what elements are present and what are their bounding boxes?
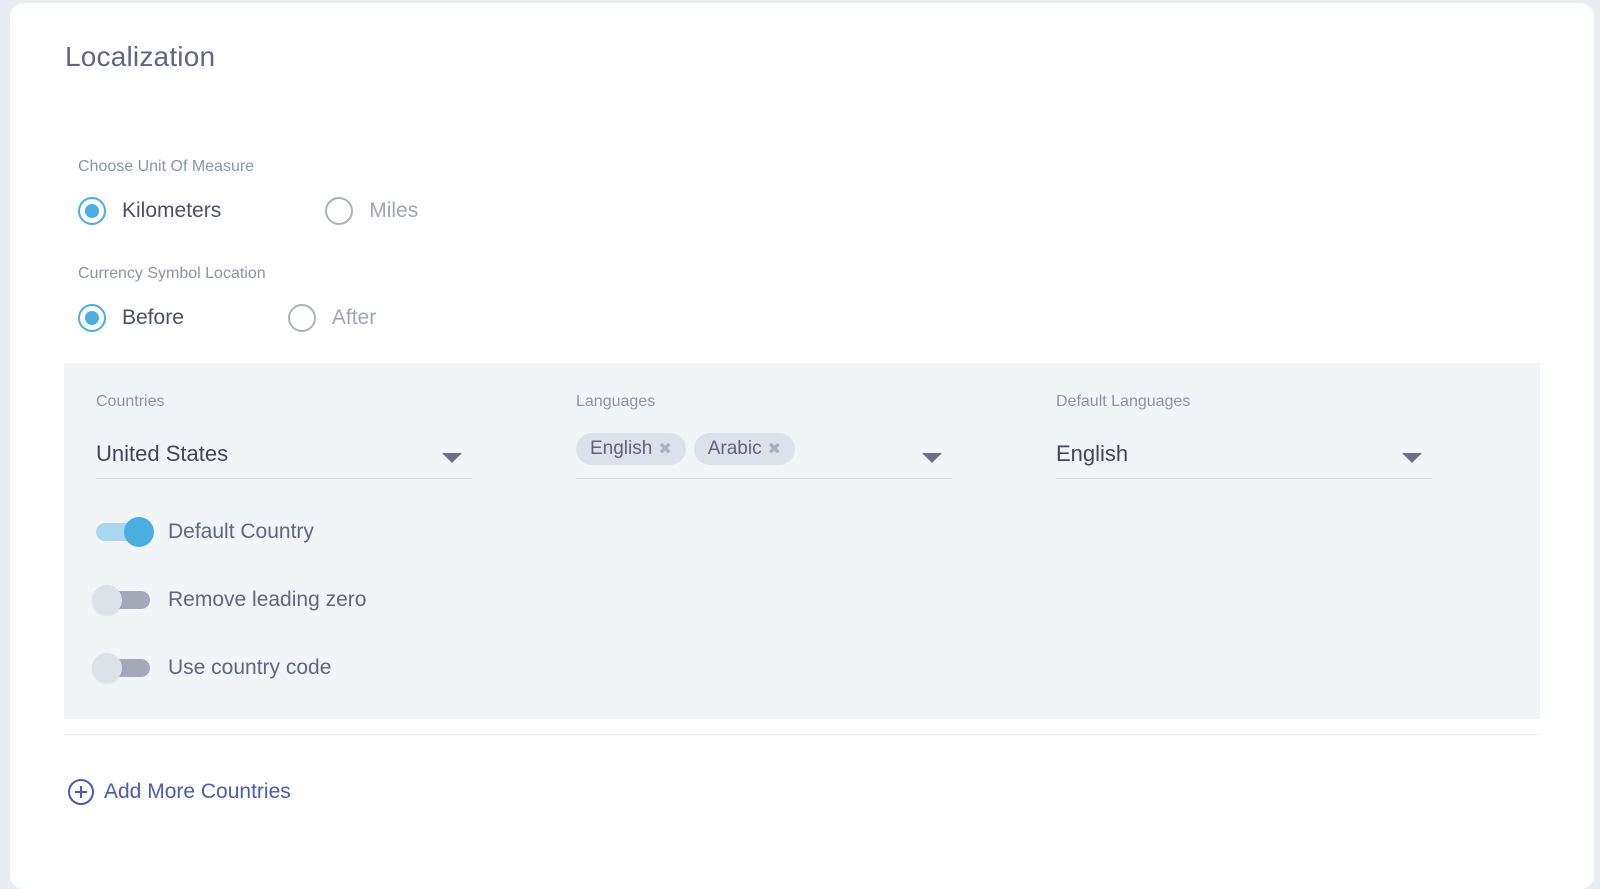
remove-tag-icon[interactable]: ✖ [768, 439, 781, 459]
language-tag: English ✖ [576, 433, 686, 465]
divider [64, 734, 1540, 735]
radio-checked-icon [78, 197, 106, 225]
radio-after-label: After [331, 306, 377, 329]
radio-unchecked-icon [287, 304, 316, 332]
radio-before[interactable]: Before [78, 304, 184, 332]
countries-select[interactable]: United States [96, 431, 472, 479]
unit-of-measure-label: Choose Unit Of Measure [78, 158, 255, 175]
toggle-row-remove-leading-zero: Remove leading zero [92, 585, 367, 615]
language-tag-label: English [590, 438, 653, 459]
country-panel: Countries United States Languages Englis… [64, 363, 1540, 719]
toggle-row-default-country: Default Country [96, 517, 314, 547]
default-country-label: Default Country [168, 520, 314, 543]
chevron-down-icon [922, 453, 942, 463]
unit-of-measure-radio-group: Kilometers Miles [78, 197, 418, 225]
default-languages-select-value: English [1056, 441, 1129, 466]
remove-leading-zero-toggle[interactable] [92, 585, 154, 615]
radio-kilometers-label: Kilometers [122, 199, 222, 222]
radio-before-label: Before [122, 306, 184, 329]
remove-tag-icon[interactable]: ✖ [658, 439, 671, 459]
remove-leading-zero-label: Remove leading zero [168, 588, 367, 611]
chevron-down-icon [442, 453, 462, 463]
toggle-row-use-country-code: Use country code [92, 653, 332, 683]
languages-multiselect[interactable]: English ✖ Arabic ✖ [576, 431, 952, 479]
use-country-code-toggle[interactable] [92, 653, 154, 683]
language-tags: English ✖ Arabic ✖ [576, 433, 803, 465]
language-tag-label: Arabic [707, 438, 762, 459]
chevron-down-icon [1402, 453, 1422, 463]
radio-miles[interactable]: Miles [325, 197, 418, 225]
radio-unchecked-icon [325, 197, 354, 225]
radio-after[interactable]: After [287, 304, 377, 332]
languages-label: Languages [576, 393, 656, 410]
use-country-code-label: Use country code [168, 656, 332, 679]
radio-kilometers[interactable]: Kilometers [78, 197, 221, 225]
localization-card: Localization Choose Unit Of Measure Kilo… [10, 3, 1594, 889]
currency-symbol-radio-group: Before After [78, 304, 376, 332]
page-title: Localization [65, 41, 216, 72]
radio-miles-label: Miles [369, 199, 419, 222]
default-languages-label: Default Languages [1056, 393, 1191, 410]
language-tag: Arabic ✖ [693, 433, 795, 465]
countries-select-value: United States [96, 441, 229, 466]
countries-label: Countries [96, 393, 165, 410]
default-country-toggle[interactable] [96, 517, 154, 547]
add-more-countries-label: Add More Countries [104, 780, 291, 803]
radio-checked-icon [78, 304, 106, 332]
add-more-countries-button[interactable]: Add More Countries [68, 779, 291, 805]
currency-symbol-label: Currency Symbol Location [78, 265, 266, 282]
default-languages-select[interactable]: English [1056, 431, 1432, 479]
plus-circle-icon [68, 779, 94, 805]
